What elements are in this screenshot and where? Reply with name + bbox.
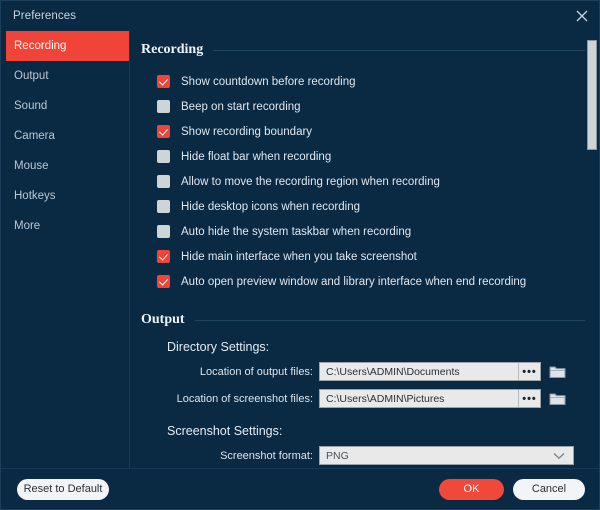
option-label: Beep on start recording: [181, 101, 301, 113]
option-label: Auto hide the system taskbar when record…: [181, 226, 411, 238]
option-label: Show recording boundary: [181, 126, 312, 138]
sidebar: Recording Output Sound Camera Mouse Hotk…: [1, 30, 130, 470]
recording-options-list: Show countdown before recording Beep on …: [157, 69, 600, 294]
screenshot-format-value: PNG: [320, 450, 553, 462]
output-files-value: C:\Users\ADMIN\Documents: [320, 366, 518, 378]
dialog-footer: Reset to Default OK Cancel: [1, 468, 600, 509]
settings-content: Recording Show countdown before recordin…: [131, 30, 600, 470]
option-hide-desktop-icons[interactable]: Hide desktop icons when recording: [157, 194, 600, 219]
divider: [213, 50, 585, 51]
sidebar-item-label: Sound: [14, 100, 47, 112]
screenshot-files-row: Location of screenshot files: C:\Users\A…: [131, 389, 600, 408]
sidebar-item-output[interactable]: Output: [1, 61, 129, 91]
option-label: Hide float bar when recording: [181, 151, 331, 163]
option-auto-open-preview[interactable]: Auto open preview window and library int…: [157, 269, 600, 294]
sidebar-item-label: More: [14, 220, 40, 232]
option-allow-move-region[interactable]: Allow to move the recording region when …: [157, 169, 600, 194]
option-label: Show countdown before recording: [181, 76, 356, 88]
screenshot-files-label: Location of screenshot files:: [131, 393, 319, 405]
close-icon[interactable]: [571, 5, 593, 27]
checkbox[interactable]: [157, 225, 170, 238]
checkbox[interactable]: [157, 125, 170, 138]
sidebar-item-label: Output: [14, 70, 49, 82]
sidebar-item-hotkeys[interactable]: Hotkeys: [1, 181, 129, 211]
option-label: Hide desktop icons when recording: [181, 201, 360, 213]
screenshot-files-value: C:\Users\ADMIN\Pictures: [320, 393, 518, 405]
content-scrollbar[interactable]: [587, 32, 597, 468]
sidebar-item-more[interactable]: More: [1, 211, 129, 241]
option-show-countdown[interactable]: Show countdown before recording: [157, 69, 600, 94]
ok-button[interactable]: OK: [439, 479, 504, 500]
sidebar-item-label: Hotkeys: [14, 190, 56, 202]
open-screenshot-folder-icon[interactable]: [549, 391, 566, 406]
checkbox[interactable]: [157, 150, 170, 163]
section-title: Output: [141, 312, 185, 328]
checkbox[interactable]: [157, 200, 170, 213]
browse-output-button[interactable]: •••: [518, 363, 540, 380]
cancel-button[interactable]: Cancel: [513, 479, 585, 500]
sidebar-item-label: Camera: [14, 130, 55, 142]
checkbox[interactable]: [157, 175, 170, 188]
scrollbar-thumb[interactable]: [587, 40, 597, 150]
sidebar-item-camera[interactable]: Camera: [1, 121, 129, 151]
option-show-boundary[interactable]: Show recording boundary: [157, 119, 600, 144]
directory-settings-title: Directory Settings:: [167, 340, 600, 354]
checkbox[interactable]: [157, 100, 170, 113]
divider: [195, 320, 585, 321]
screenshot-format-label: Screenshot format:: [131, 450, 319, 462]
screenshot-format-select[interactable]: PNG: [319, 446, 574, 465]
screenshot-settings-title: Screenshot Settings:: [167, 424, 600, 438]
chevron-down-icon: [553, 447, 565, 465]
screenshot-files-input[interactable]: C:\Users\ADMIN\Pictures •••: [319, 389, 541, 408]
preferences-window: Preferences Recording Output Sound Camer…: [0, 0, 600, 510]
output-section-header: Output: [141, 312, 585, 328]
checkbox[interactable]: [157, 250, 170, 263]
ellipsis-icon: •••: [522, 369, 537, 375]
reset-to-default-button[interactable]: Reset to Default: [17, 479, 109, 500]
option-label: Hide main interface when you take screen…: [181, 251, 417, 263]
sidebar-item-label: Recording: [14, 40, 66, 52]
option-label: Allow to move the recording region when …: [181, 176, 440, 188]
sidebar-item-label: Mouse: [14, 160, 49, 172]
screenshot-format-row: Screenshot format: PNG: [131, 446, 600, 465]
title-bar: Preferences: [1, 1, 600, 30]
sidebar-item-mouse[interactable]: Mouse: [1, 151, 129, 181]
window-title: Preferences: [13, 10, 76, 22]
checkbox[interactable]: [157, 275, 170, 288]
sidebar-item-sound[interactable]: Sound: [1, 91, 129, 121]
option-hide-main-interface[interactable]: Hide main interface when you take screen…: [157, 244, 600, 269]
option-auto-hide-taskbar[interactable]: Auto hide the system taskbar when record…: [157, 219, 600, 244]
section-title: Recording: [141, 42, 203, 58]
option-hide-float-bar[interactable]: Hide float bar when recording: [157, 144, 600, 169]
output-files-row: Location of output files: C:\Users\ADMIN…: [131, 362, 600, 381]
browse-screenshot-button[interactable]: •••: [518, 390, 540, 407]
sidebar-item-recording[interactable]: Recording: [6, 31, 129, 61]
checkbox[interactable]: [157, 75, 170, 88]
recording-section-header: Recording: [141, 42, 585, 58]
option-beep-on-start[interactable]: Beep on start recording: [157, 94, 600, 119]
option-label: Auto open preview window and library int…: [181, 276, 526, 288]
output-files-input[interactable]: C:\Users\ADMIN\Documents •••: [319, 362, 541, 381]
open-output-folder-icon[interactable]: [549, 364, 566, 379]
output-files-label: Location of output files:: [131, 366, 319, 378]
ellipsis-icon: •••: [522, 396, 537, 402]
